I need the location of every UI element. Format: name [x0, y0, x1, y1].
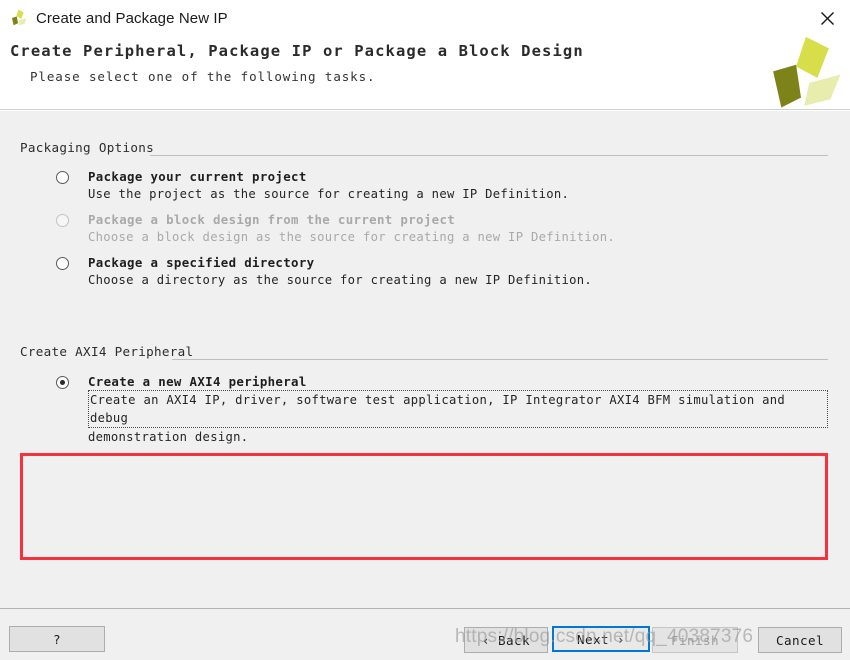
group-divider: [150, 155, 828, 156]
option-description: Use the project as the source for creati…: [88, 187, 570, 201]
close-icon[interactable]: [804, 0, 850, 36]
option-title: Package a specified directory: [88, 255, 315, 270]
page-subtitle: Please select one of the following tasks…: [30, 69, 376, 84]
group-packaging-options: Packaging Options Package your current p…: [20, 139, 828, 289]
next-button[interactable]: Next ›: [552, 626, 650, 652]
radio-package-block-design: [56, 214, 69, 227]
option-package-current-project[interactable]: Package your current project Use the pro…: [20, 168, 828, 203]
cancel-button[interactable]: Cancel: [758, 627, 842, 653]
radio-package-specified-directory[interactable]: [56, 257, 69, 270]
window-title: Create and Package New IP: [36, 9, 228, 27]
option-title: Create a new AXI4 peripheral: [88, 374, 307, 389]
annotation-highlight-box: [20, 453, 828, 560]
option-title: Package your current project: [88, 169, 307, 184]
radio-package-current-project[interactable]: [56, 171, 69, 184]
option-package-block-design: Package a block design from the current …: [20, 211, 828, 246]
group-create-axi4-peripheral: Create AXI4 Peripheral Create a new AXI4…: [20, 343, 828, 446]
option-description: Choose a block design as the source for …: [88, 230, 615, 244]
back-button[interactable]: ‹ Back: [464, 627, 548, 653]
wizard-body: Packaging Options Package your current p…: [0, 111, 850, 608]
group-divider: [172, 359, 828, 360]
next-button-label: Next ›: [577, 631, 625, 647]
wizard-footer: ? ‹ Back Next › Finish Cancel: [0, 608, 850, 660]
page-title: Create Peripheral, Package IP or Package…: [10, 42, 584, 60]
help-button[interactable]: ?: [9, 626, 105, 652]
option-package-specified-directory[interactable]: Package a specified directory Choose a d…: [20, 254, 828, 289]
radio-create-new-axi4-peripheral[interactable]: [56, 376, 69, 389]
xilinx-logo-icon: [8, 8, 28, 28]
group-title-packaging-options: Packaging Options: [20, 140, 154, 155]
xilinx-logo-icon: [760, 32, 842, 114]
window-titlebar: Create and Package New IP: [0, 0, 850, 36]
finish-button: Finish: [652, 627, 738, 653]
back-button-label: ‹ Back: [482, 632, 530, 648]
group-title-create-axi4-peripheral: Create AXI4 Peripheral: [20, 344, 194, 359]
option-description: Create an AXI4 IP, driver, software test…: [88, 390, 828, 428]
option-create-new-axi4-peripheral[interactable]: Create a new AXI4 peripheral Create an A…: [20, 373, 828, 446]
wizard-header: Create Peripheral, Package IP or Package…: [0, 36, 850, 110]
option-description-line2: demonstration design.: [88, 430, 249, 444]
option-description: Choose a directory as the source for cre…: [88, 273, 593, 287]
option-title: Package a block design from the current …: [88, 212, 456, 227]
